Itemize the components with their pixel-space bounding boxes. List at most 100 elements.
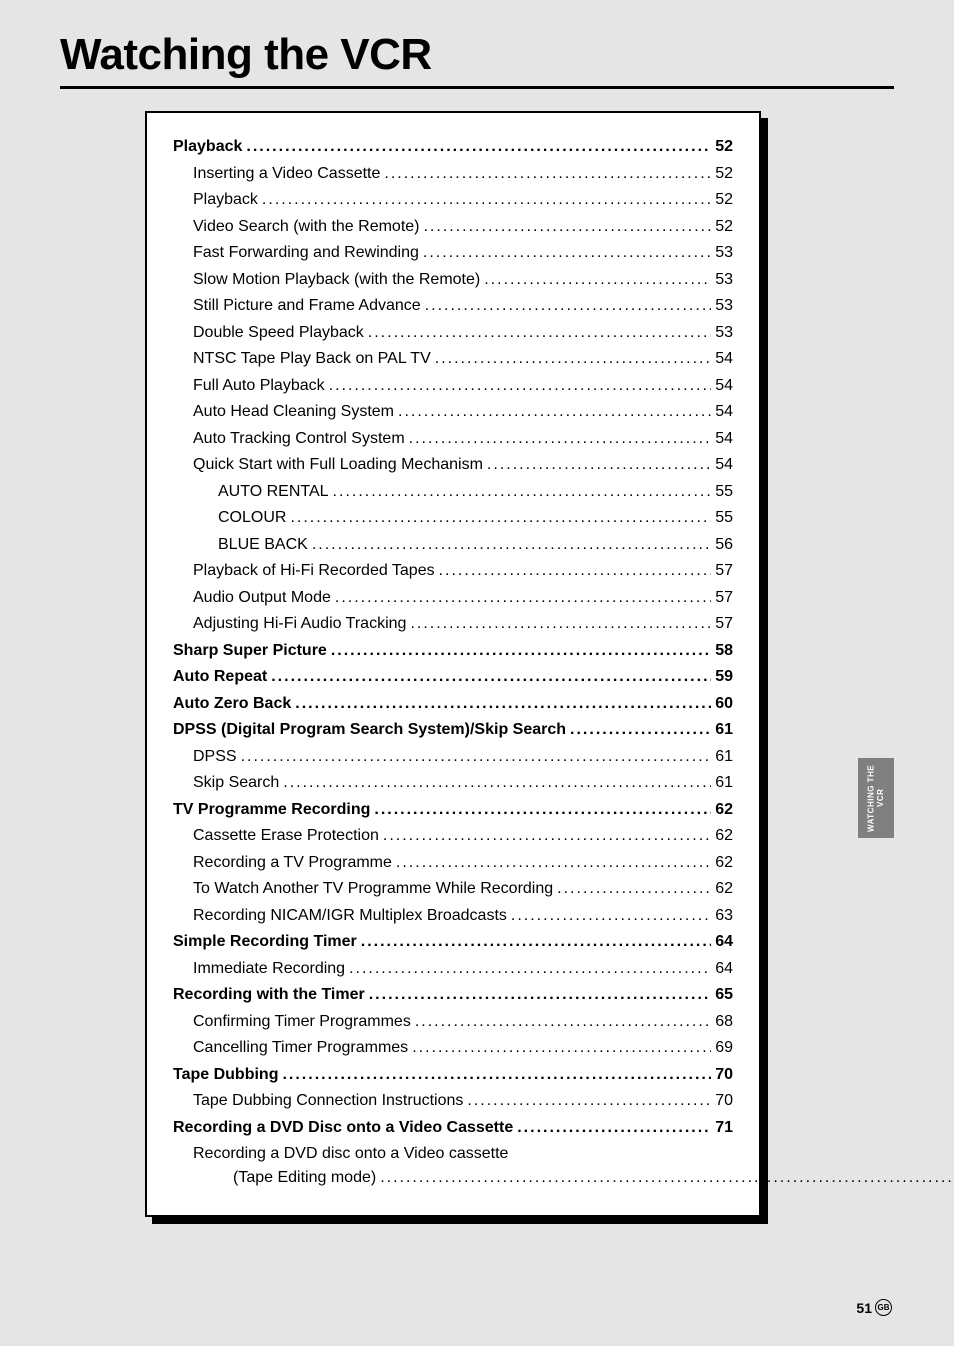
toc-dots: ........................................… (423, 215, 711, 239)
toc-entry[interactable]: Sharp Super Picture ....................… (173, 639, 733, 663)
page-number: 51 (856, 1300, 872, 1316)
toc-dots: ........................................… (396, 851, 711, 875)
toc-dots: ........................................… (412, 1036, 711, 1060)
toc-entry[interactable]: Auto Head Cleaning System ..............… (173, 400, 733, 424)
toc-page: 62 (715, 798, 733, 822)
toc-entry[interactable]: AUTO RENTAL ............................… (173, 480, 733, 504)
toc-entry[interactable]: Still Picture and Frame Advance ........… (173, 294, 733, 318)
toc-page: 64 (715, 930, 733, 954)
toc-label: Double Speed Playback (193, 321, 364, 345)
toc-entry[interactable]: BLUE BACK ..............................… (173, 533, 733, 557)
toc-page: 65 (715, 983, 733, 1007)
toc-dots: ........................................… (383, 824, 711, 848)
toc-entry[interactable]: COLOUR .................................… (173, 506, 733, 530)
toc-container: Playback ...............................… (173, 135, 733, 1140)
toc-dots: ........................................… (368, 321, 711, 345)
toc-label: Playback (173, 135, 242, 159)
toc-entry[interactable]: Audio Output Mode ......................… (173, 586, 733, 610)
toc-page: 53 (715, 321, 733, 345)
toc-dots: ........................................… (487, 453, 711, 477)
toc-entry[interactable]: Playback ...............................… (173, 135, 733, 159)
toc-label: Confirming Timer Programmes (193, 1010, 411, 1034)
toc-label: Auto Repeat (173, 665, 267, 689)
toc-entry[interactable]: Recording NICAM/IGR Multiplex Broadcasts… (173, 904, 733, 928)
toc-entry[interactable]: Full Auto Playback .....................… (173, 374, 733, 398)
page-title: Watching the VCR (60, 30, 894, 80)
toc-page: 62 (715, 877, 733, 901)
toc-page: 64 (715, 957, 733, 981)
toc-entry[interactable]: Tape Dubbing Connection Instructions ...… (173, 1089, 733, 1113)
toc-wrapper: Playback ...............................… (145, 111, 761, 1217)
toc-entry[interactable]: Video Search (with the Remote) .........… (173, 215, 733, 239)
toc-label: COLOUR (218, 506, 286, 530)
toc-entry[interactable]: NTSC Tape Play Back on PAL TV ..........… (173, 347, 733, 371)
toc-label: NTSC Tape Play Back on PAL TV (193, 347, 431, 371)
toc-dots: ........................................… (423, 241, 711, 265)
toc-label: Adjusting Hi-Fi Audio Tracking (193, 612, 406, 636)
toc-entry[interactable]: Playback of Hi-Fi Recorded Tapes .......… (173, 559, 733, 583)
toc-label: Playback (193, 188, 258, 212)
toc-entry[interactable]: Slow Motion Playback (with the Remote) .… (173, 268, 733, 292)
toc-label: BLUE BACK (218, 533, 308, 557)
toc-entry[interactable]: Auto Tracking Control System ...........… (173, 427, 733, 451)
toc-entry-multiline[interactable]: Recording a DVD disc onto a Video casset… (173, 1142, 733, 1190)
toc-entry[interactable]: Cancelling Timer Programmes ............… (173, 1036, 733, 1060)
toc-dots: ........................................… (282, 1063, 711, 1087)
toc-page: 52 (715, 135, 733, 159)
toc-page: 61 (715, 745, 733, 769)
toc-page: 54 (715, 427, 733, 451)
toc-dots: ........................................… (361, 930, 711, 954)
toc-dots: ........................................… (335, 586, 711, 610)
toc-dots: ........................................… (262, 188, 711, 212)
toc-label: Playback of Hi-Fi Recorded Tapes (193, 559, 435, 583)
toc-page: 71 (715, 1116, 733, 1140)
toc-page: 54 (715, 400, 733, 424)
toc-entry[interactable]: Adjusting Hi-Fi Audio Tracking .........… (173, 612, 733, 636)
toc-entry[interactable]: DPSS ...................................… (173, 745, 733, 769)
toc-dots: ........................................… (295, 692, 711, 716)
toc-entry[interactable]: Recording with the Timer ...............… (173, 983, 733, 1007)
toc-entry[interactable]: Cassette Erase Protection ..............… (173, 824, 733, 848)
toc-page: 70 (715, 1089, 733, 1113)
toc-entry[interactable]: Playback ...............................… (173, 188, 733, 212)
toc-label: Inserting a Video Cassette (193, 162, 380, 186)
toc-label: Still Picture and Frame Advance (193, 294, 421, 318)
toc-entry[interactable]: Auto Zero Back .........................… (173, 692, 733, 716)
toc-dots: ........................................… (570, 718, 711, 742)
toc-entry[interactable]: Recording a DVD Disc onto a Video Casset… (173, 1116, 733, 1140)
toc-label: Cassette Erase Protection (193, 824, 379, 848)
toc-dots: ........................................… (241, 745, 712, 769)
toc-dots: ........................................… (333, 480, 712, 504)
toc-entry[interactable]: Double Speed Playback ..................… (173, 321, 733, 345)
toc-entry[interactable]: To Watch Another TV Programme While Reco… (173, 877, 733, 901)
side-tab: WATCHING THE VCR (858, 758, 894, 838)
toc-entry[interactable]: Skip Search ............................… (173, 771, 733, 795)
toc-entry[interactable]: Simple Recording Timer .................… (173, 930, 733, 954)
toc-entry[interactable]: Immediate Recording ....................… (173, 957, 733, 981)
toc-entry[interactable]: Confirming Timer Programmes ............… (173, 1010, 733, 1034)
toc-label-line2: (Tape Editing mode) (233, 1166, 376, 1190)
toc-page: 56 (715, 533, 733, 557)
toc-page: 55 (715, 480, 733, 504)
toc-dots: ........................................… (331, 639, 711, 663)
toc-entry[interactable]: Quick Start with Full Loading Mechanism … (173, 453, 733, 477)
toc-entry[interactable]: TV Programme Recording .................… (173, 798, 733, 822)
toc-dots: ........................................… (283, 771, 711, 795)
toc-entry[interactable]: Tape Dubbing ...........................… (173, 1063, 733, 1087)
toc-label: Audio Output Mode (193, 586, 331, 610)
toc-entry[interactable]: Auto Repeat ............................… (173, 665, 733, 689)
toc-entry[interactable]: Fast Forwarding and Rewinding ..........… (173, 241, 733, 265)
toc-page: 68 (715, 1010, 733, 1034)
toc-box: Playback ...............................… (145, 111, 761, 1217)
toc-dots: ........................................… (329, 374, 712, 398)
toc-label: Auto Head Cleaning System (193, 400, 394, 424)
toc-entry[interactable]: Recording a TV Programme ...............… (173, 851, 733, 875)
toc-dots: ........................................… (380, 1166, 954, 1190)
toc-label: Full Auto Playback (193, 374, 325, 398)
page-footer: 51 GB (856, 1299, 892, 1316)
toc-page: 52 (715, 162, 733, 186)
toc-label: Quick Start with Full Loading Mechanism (193, 453, 483, 477)
toc-entry[interactable]: Inserting a Video Cassette .............… (173, 162, 733, 186)
toc-entry[interactable]: DPSS (Digital Program Search System)/Ski… (173, 718, 733, 742)
toc-page: 54 (715, 347, 733, 371)
